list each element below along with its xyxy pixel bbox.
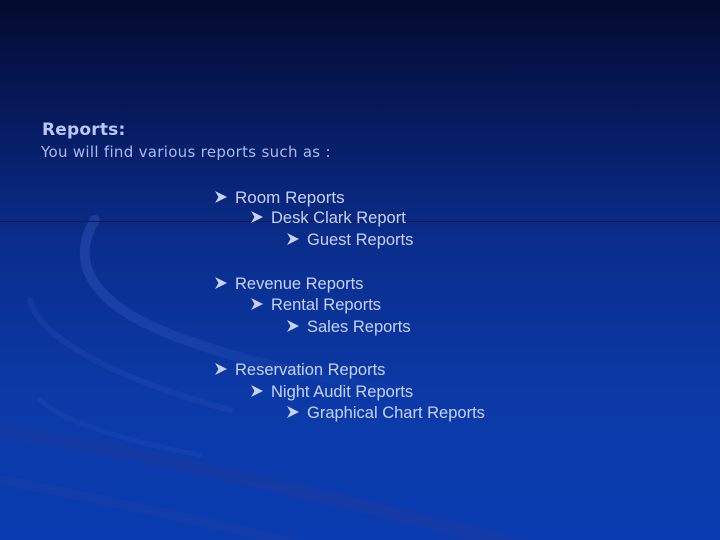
list-item-room-reports: Room Reports xyxy=(214,188,345,208)
arrowhead-bullet-icon xyxy=(286,405,300,419)
list-item-label: Graphical Chart Reports xyxy=(307,404,485,422)
list-item-label: Desk Clark Report xyxy=(271,209,406,227)
list-item-reservation-reports: Reservation Reports xyxy=(214,361,385,380)
list-item-revenue-reports: Revenue Reports xyxy=(214,275,363,294)
background-swoosh-decoration xyxy=(0,215,525,540)
arrowhead-bullet-icon xyxy=(214,276,228,290)
arrowhead-bullet-icon xyxy=(214,362,228,376)
list-item-label: Sales Reports xyxy=(307,318,411,336)
arrowhead-bullet-icon xyxy=(250,384,264,398)
intro-text: You will find various reports such as : xyxy=(41,143,331,161)
list-item-label: Room Reports xyxy=(235,188,345,207)
list-item-label: Reservation Reports xyxy=(235,361,386,379)
page-heading: Reports: xyxy=(42,120,126,140)
arrowhead-bullet-icon xyxy=(286,232,300,246)
list-item-graphical-chart-reports: Graphical Chart Reports xyxy=(286,404,485,423)
list-item-desk-clark-report: Desk Clark Report xyxy=(250,209,406,228)
arrowhead-bullet-icon xyxy=(250,210,264,224)
list-item-sales-reports: Sales Reports xyxy=(286,318,411,337)
arrowhead-bullet-icon xyxy=(250,297,264,311)
arrowhead-bullet-icon xyxy=(214,190,228,204)
list-item-label: Guest Reports xyxy=(307,231,414,249)
arrowhead-bullet-icon xyxy=(286,319,300,333)
list-item-night-audit-reports: Night Audit Reports xyxy=(250,383,413,402)
list-item-rental-reports: Rental Reports xyxy=(250,296,381,315)
list-item-label: Revenue Reports xyxy=(235,275,364,293)
list-item-guest-reports: Guest Reports xyxy=(286,231,413,250)
list-item-label: Night Audit Reports xyxy=(271,383,414,401)
list-item-label: Rental Reports xyxy=(271,296,382,314)
